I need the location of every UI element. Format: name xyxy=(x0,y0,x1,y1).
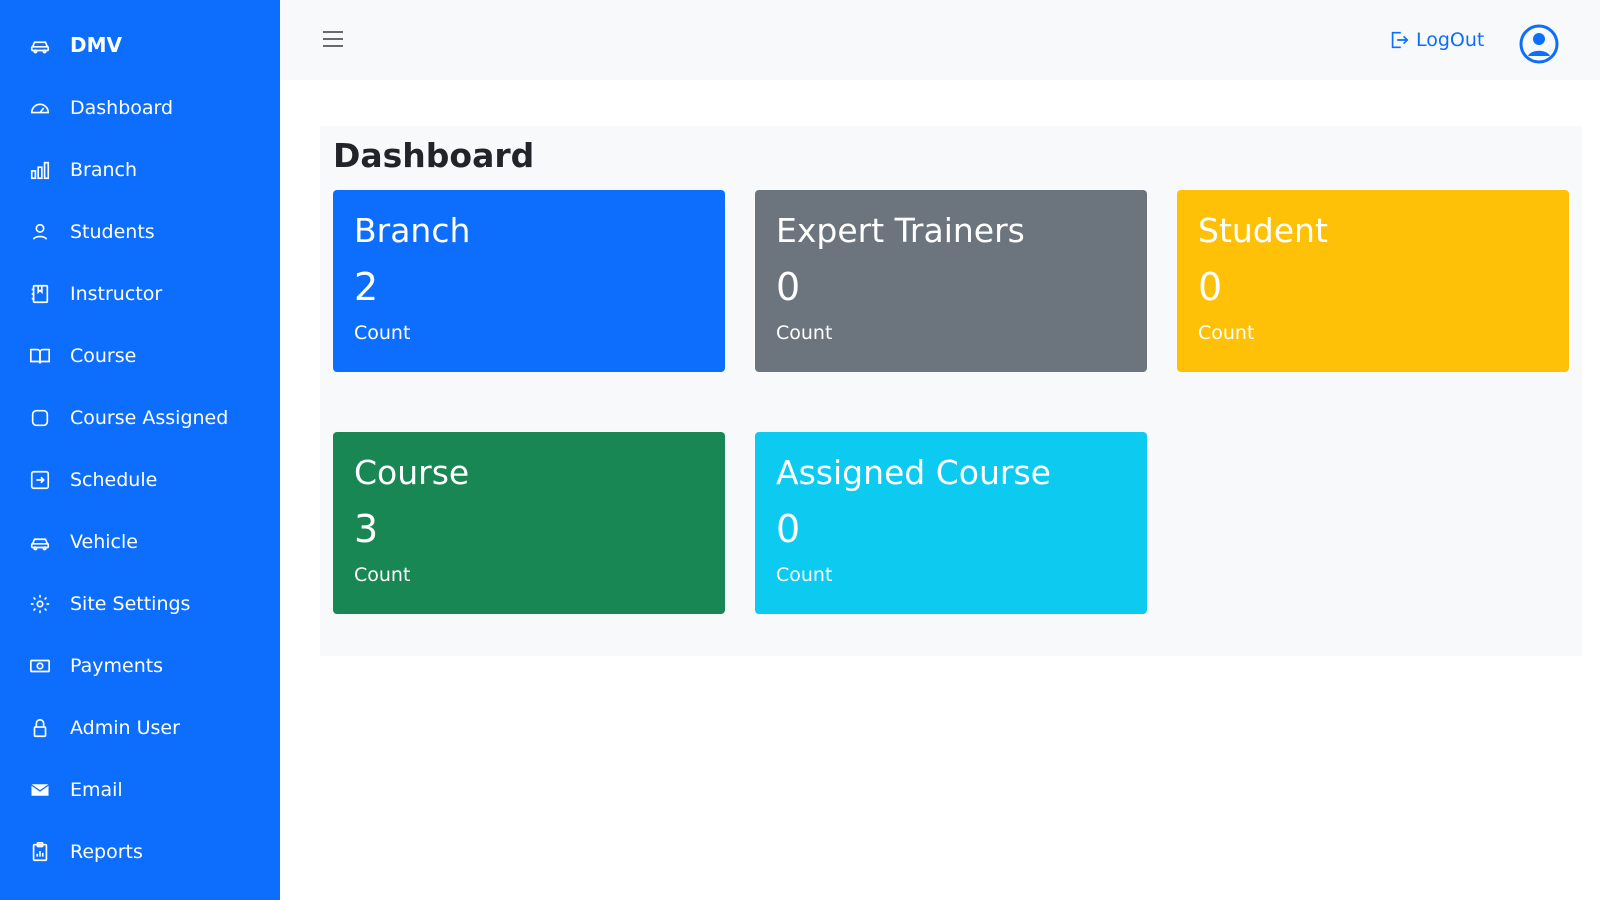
card-caption: Count xyxy=(1198,322,1255,344)
sidebar-item-label: Payments xyxy=(70,655,164,677)
card-caption: Count xyxy=(776,564,833,586)
sidebar-item-label: Email xyxy=(70,779,123,801)
sidebar-item-course-assigned[interactable]: Course Assigned xyxy=(28,398,268,438)
card-title: Student xyxy=(1198,211,1328,250)
sidebar-item-label: Branch xyxy=(70,159,138,181)
card-value: 3 xyxy=(354,507,379,551)
card-branch[interactable]: Branch 2 Count xyxy=(333,190,725,372)
card-title: Expert Trainers xyxy=(776,211,1025,250)
card-value: 2 xyxy=(354,265,379,309)
car-icon xyxy=(28,530,52,554)
sidebar-item-email[interactable]: Email xyxy=(28,770,268,810)
sidebar-item-payments[interactable]: Payments xyxy=(28,646,268,686)
card-title: Assigned Course xyxy=(776,453,1051,492)
dashboard-panel: Dashboard Branch 2 Count Expert Trainers… xyxy=(320,126,1582,656)
sidebar-item-label: Course Assigned xyxy=(70,407,229,429)
card-value: 0 xyxy=(776,265,801,309)
sidebar-item-label: Students xyxy=(70,221,155,243)
card-caption: Count xyxy=(354,322,411,344)
gear-icon xyxy=(28,592,52,616)
sidebar-item-branch[interactable]: Branch xyxy=(28,150,268,190)
sidebar-item-admin-user[interactable]: Admin User xyxy=(28,708,268,748)
sidebar-item-label: Schedule xyxy=(70,469,158,491)
box-arrow-right-icon xyxy=(1388,28,1412,52)
sidebar-item-label: Course xyxy=(70,345,137,367)
logout-link[interactable]: LogOut xyxy=(1388,26,1484,54)
card-course[interactable]: Course 3 Count xyxy=(333,432,725,614)
sidebar-item-label: Admin User xyxy=(70,717,180,739)
sidebar-item-label: Site Settings xyxy=(70,593,191,615)
cash-icon xyxy=(28,654,52,678)
sidebar-item-label: Reports xyxy=(70,841,143,863)
card-title: Course xyxy=(354,453,470,492)
envelope-icon xyxy=(28,778,52,802)
page-title: Dashboard xyxy=(333,136,535,175)
card-caption: Count xyxy=(354,564,411,586)
card-title: Branch xyxy=(354,211,471,250)
person-icon xyxy=(28,220,52,244)
clipboard-data-icon xyxy=(28,840,52,864)
lock-icon xyxy=(28,716,52,740)
card-assigned-course[interactable]: Assigned Course 0 Count xyxy=(755,432,1147,614)
topbar: LogOut xyxy=(280,0,1600,80)
brand-label: DMV xyxy=(70,33,122,57)
sidebar-item-label: Vehicle xyxy=(70,531,138,553)
sidebar-item-students[interactable]: Students xyxy=(28,212,268,252)
box-arrow-in-right-icon xyxy=(28,468,52,492)
card-value: 0 xyxy=(1198,265,1223,309)
sidebar-item-vehicle[interactable]: Vehicle xyxy=(28,522,268,562)
brand[interactable]: DMV xyxy=(28,30,122,60)
card-value: 0 xyxy=(776,507,801,551)
sidebar: DMV Dashboard Branch Students Instructor… xyxy=(0,0,280,900)
sidebar-item-schedule[interactable]: Schedule xyxy=(28,460,268,500)
menu-toggle-button[interactable] xyxy=(320,26,346,52)
sidebar-item-course[interactable]: Course xyxy=(28,336,268,376)
building-chart-icon xyxy=(28,158,52,182)
card-caption: Count xyxy=(776,322,833,344)
sidebar-item-reports[interactable]: Reports xyxy=(28,832,268,872)
sidebar-item-instructor[interactable]: Instructor xyxy=(28,274,268,314)
journal-bookmark-icon xyxy=(28,282,52,306)
hamburger-icon xyxy=(323,31,343,47)
square-icon xyxy=(28,406,52,430)
person-circle-icon xyxy=(1519,24,1559,64)
speedometer-icon xyxy=(28,96,52,120)
sidebar-item-dashboard[interactable]: Dashboard xyxy=(28,88,268,128)
sidebar-item-site-settings[interactable]: Site Settings xyxy=(28,584,268,624)
user-avatar[interactable] xyxy=(1519,24,1559,64)
book-icon xyxy=(28,344,52,368)
sidebar-item-label: Instructor xyxy=(70,283,163,305)
card-student[interactable]: Student 0 Count xyxy=(1177,190,1569,372)
card-expert-trainers[interactable]: Expert Trainers 0 Count xyxy=(755,190,1147,372)
car-icon xyxy=(28,33,52,57)
sidebar-item-label: Dashboard xyxy=(70,97,174,119)
logout-label: LogOut xyxy=(1416,29,1485,51)
